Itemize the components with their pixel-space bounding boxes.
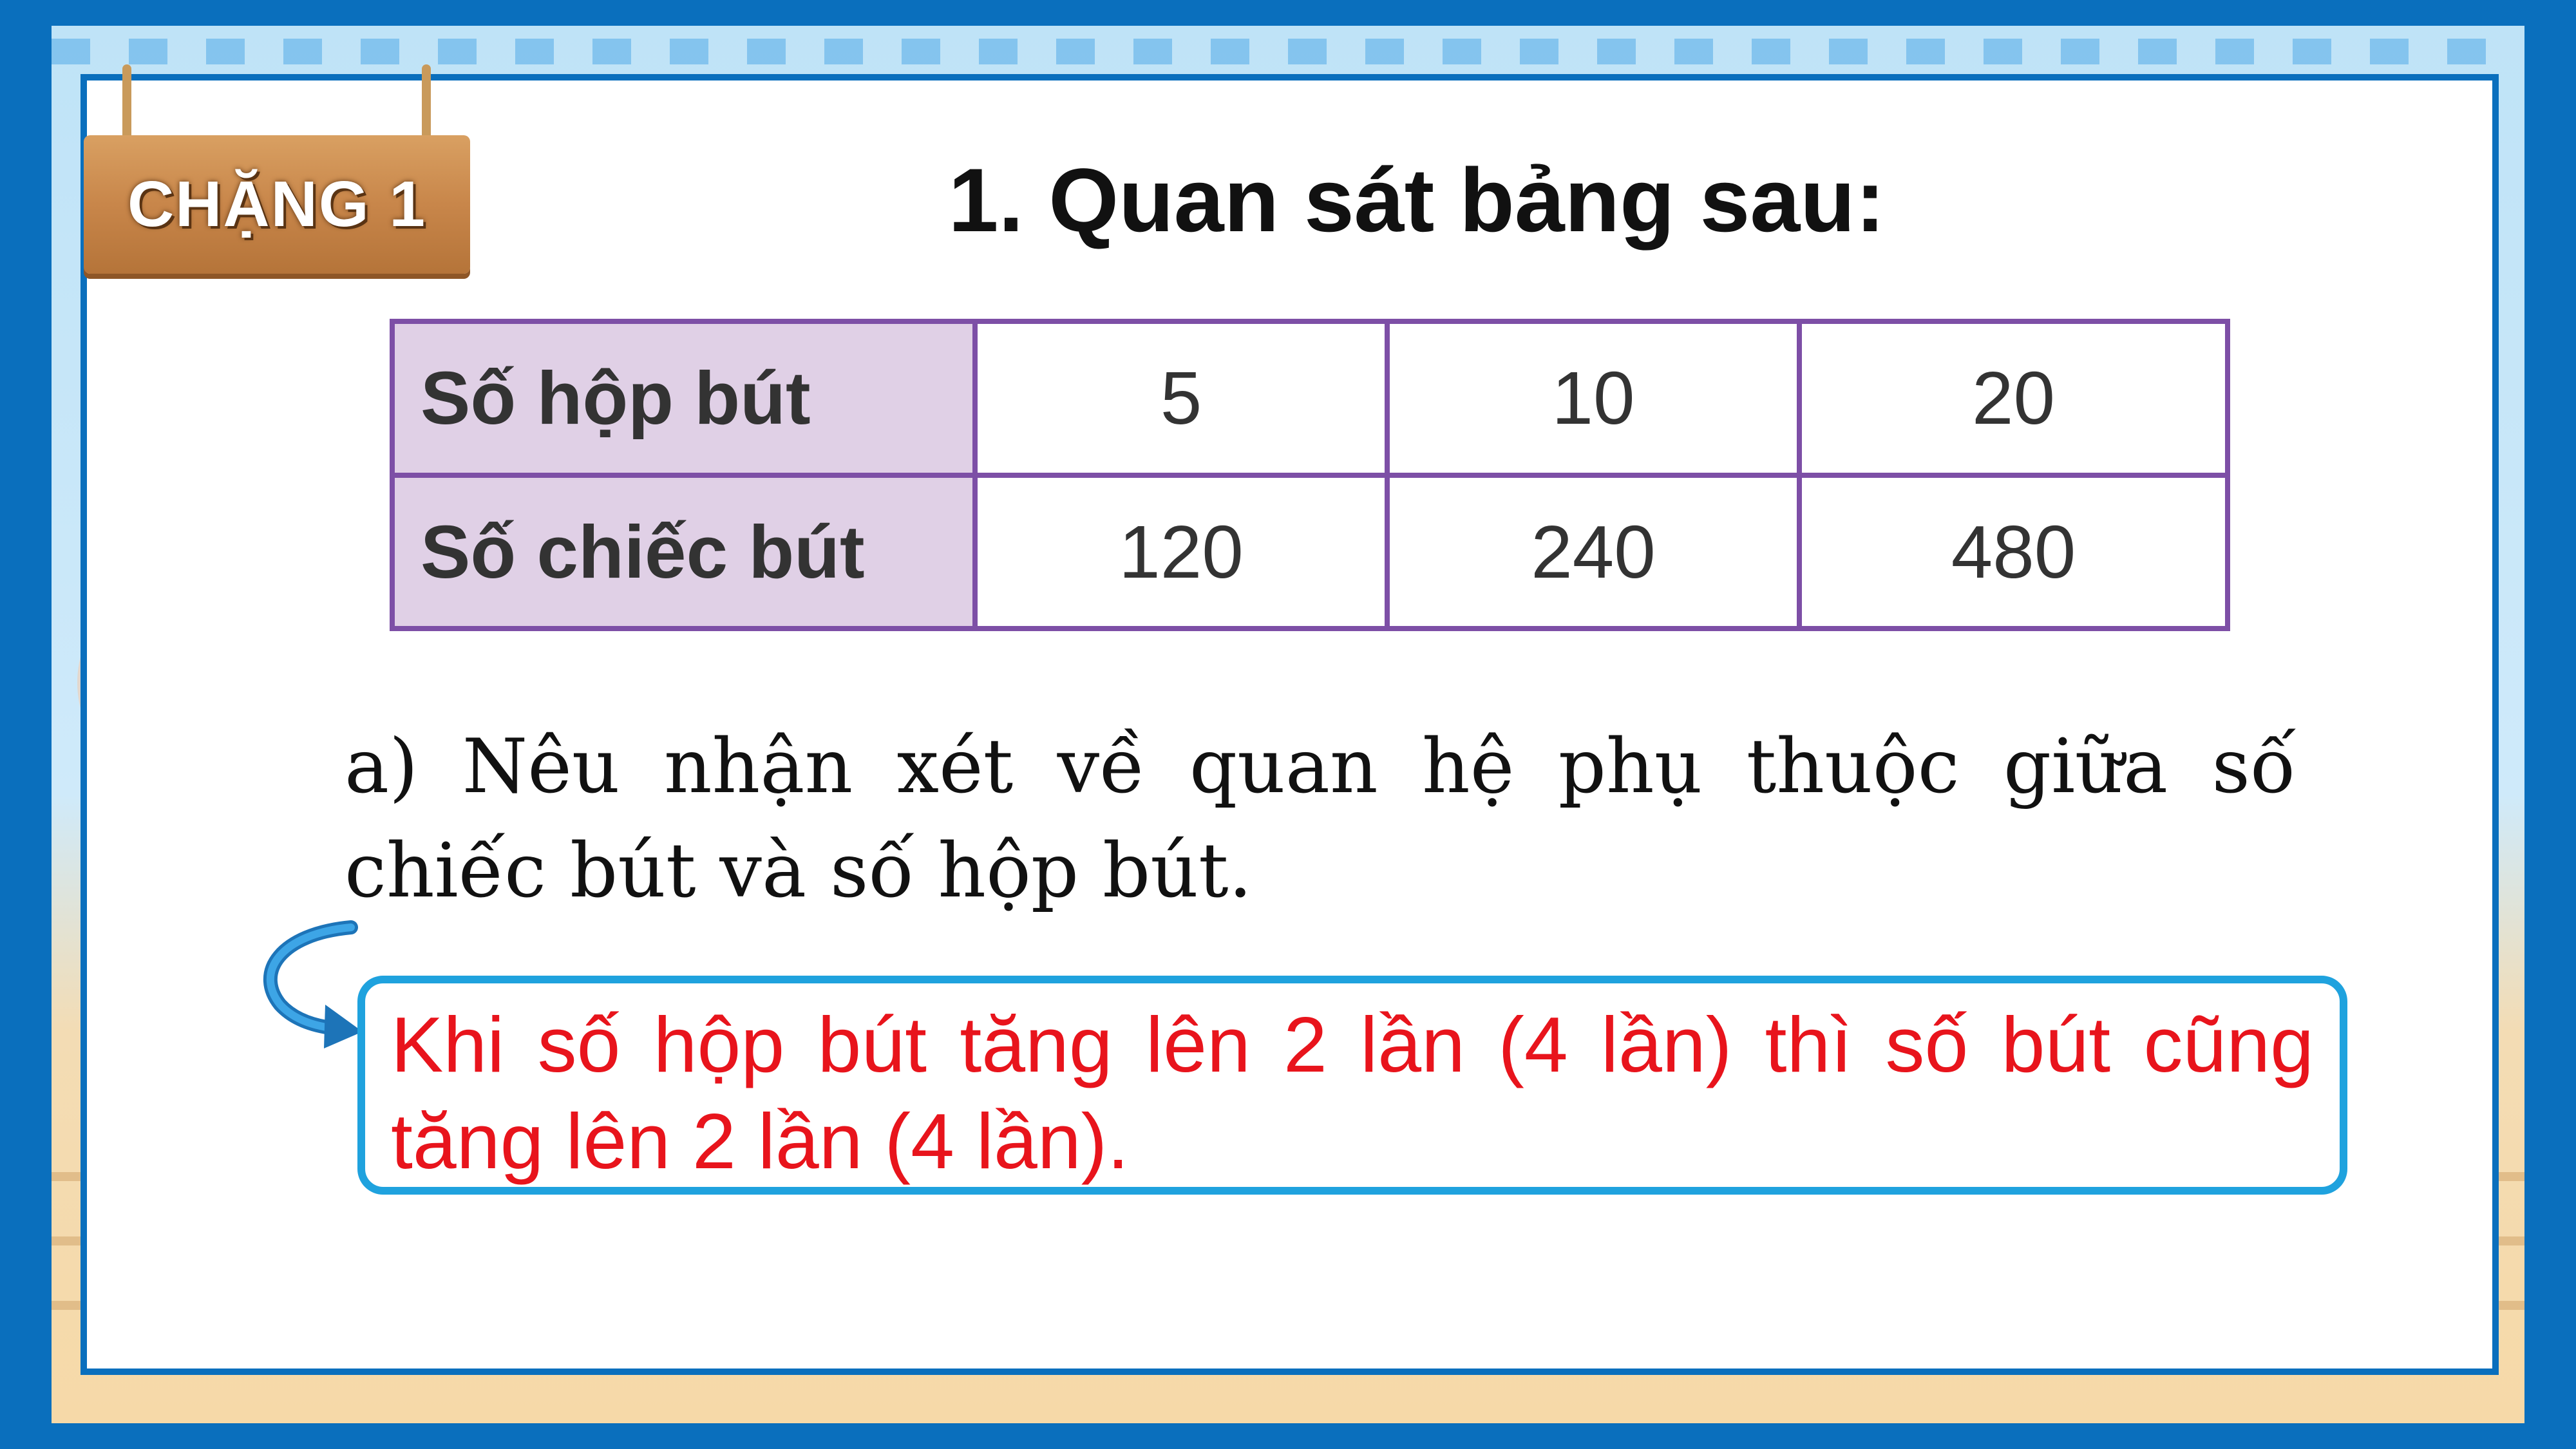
table-cell: 240 [1385, 472, 1802, 631]
data-table: Số hộp bút 5 10 20 Số chiếc bút 120 240 … [390, 319, 2230, 631]
question-text: a) Nêu nhận xét về quan hệ phụ thuộc giữ… [345, 723, 2296, 914]
sign-board: CHẶNG 1 [84, 135, 470, 274]
table-row: Số hộp bút 5 10 20 [390, 319, 2230, 478]
answer-text: Khi số hộp bút tăng lên 2 lần (4 lần) th… [391, 1001, 2314, 1185]
stage-label: CHẶNG 1 [127, 168, 427, 240]
table-cell: 20 [1797, 319, 2230, 478]
page-title: 1. Quan sát bảng sau: [948, 149, 1886, 251]
data-table-container: Số hộp bút 5 10 20 Số chiếc bút 120 240 … [357, 290, 2277, 663]
table-cell: 120 [972, 472, 1390, 631]
stage-sign: CHẶNG 1 [84, 64, 470, 283]
row-header: Số hộp bút [390, 319, 978, 478]
decorative-dashes [52, 39, 2524, 64]
table-row: Số chiếc bút 120 240 480 [390, 472, 2230, 631]
table-cell: 10 [1385, 319, 1802, 478]
curved-arrow-icon [263, 920, 363, 1048]
row-header: Số chiếc bút [390, 472, 978, 631]
table-cell: 5 [972, 319, 1390, 478]
answer-box: Khi số hộp bút tăng lên 2 lần (4 lần) th… [357, 976, 2347, 1195]
table-cell: 480 [1797, 472, 2230, 631]
